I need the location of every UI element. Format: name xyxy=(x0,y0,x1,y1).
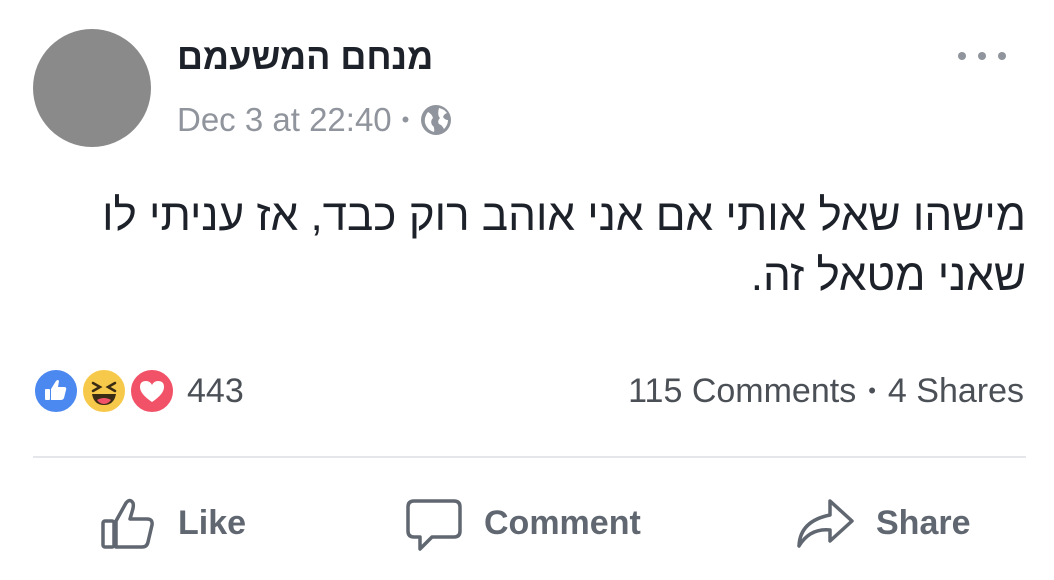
reaction-icons xyxy=(33,368,179,414)
reactions-summary[interactable]: 443 xyxy=(33,368,244,414)
meta-separator: • xyxy=(401,107,410,132)
share-button[interactable]: Share xyxy=(794,488,971,558)
comment-bubble-icon xyxy=(406,499,462,551)
dot xyxy=(998,52,1006,60)
comment-label: Comment xyxy=(484,503,641,542)
avatar[interactable] xyxy=(33,29,151,147)
stats-separator: • xyxy=(868,378,876,403)
thumbs-up-icon xyxy=(101,498,154,549)
post-author[interactable]: מנחם המשעמם xyxy=(177,36,433,78)
like-icon xyxy=(33,368,79,414)
action-bar: Like Comment Share xyxy=(0,488,1054,558)
dot xyxy=(958,52,966,60)
haha-icon xyxy=(81,368,127,414)
post-stats: 115 Comments • 4 Shares xyxy=(628,368,1024,414)
post-date[interactable]: Dec 3 at 22:40 xyxy=(177,101,392,139)
post-meta: Dec 3 at 22:40 • xyxy=(177,100,453,140)
like-button[interactable]: Like xyxy=(98,488,246,558)
share-arrow-icon xyxy=(797,499,854,548)
more-options-icon[interactable] xyxy=(958,44,1006,68)
shares-count-link[interactable]: 4 Shares xyxy=(888,372,1024,411)
divider xyxy=(33,456,1026,458)
post-text: מישהו שאל אותי אם אני אוהב רוק כבד, אז ע… xyxy=(102,191,1026,300)
comment-button[interactable]: Comment xyxy=(404,488,641,558)
share-label: Share xyxy=(876,503,971,542)
reaction-count: 443 xyxy=(187,371,244,410)
like-label: Like xyxy=(178,503,247,542)
globe-icon[interactable] xyxy=(419,103,453,137)
dot xyxy=(978,52,986,60)
love-icon xyxy=(129,368,175,414)
comments-count-link[interactable]: 115 Comments xyxy=(628,372,856,411)
